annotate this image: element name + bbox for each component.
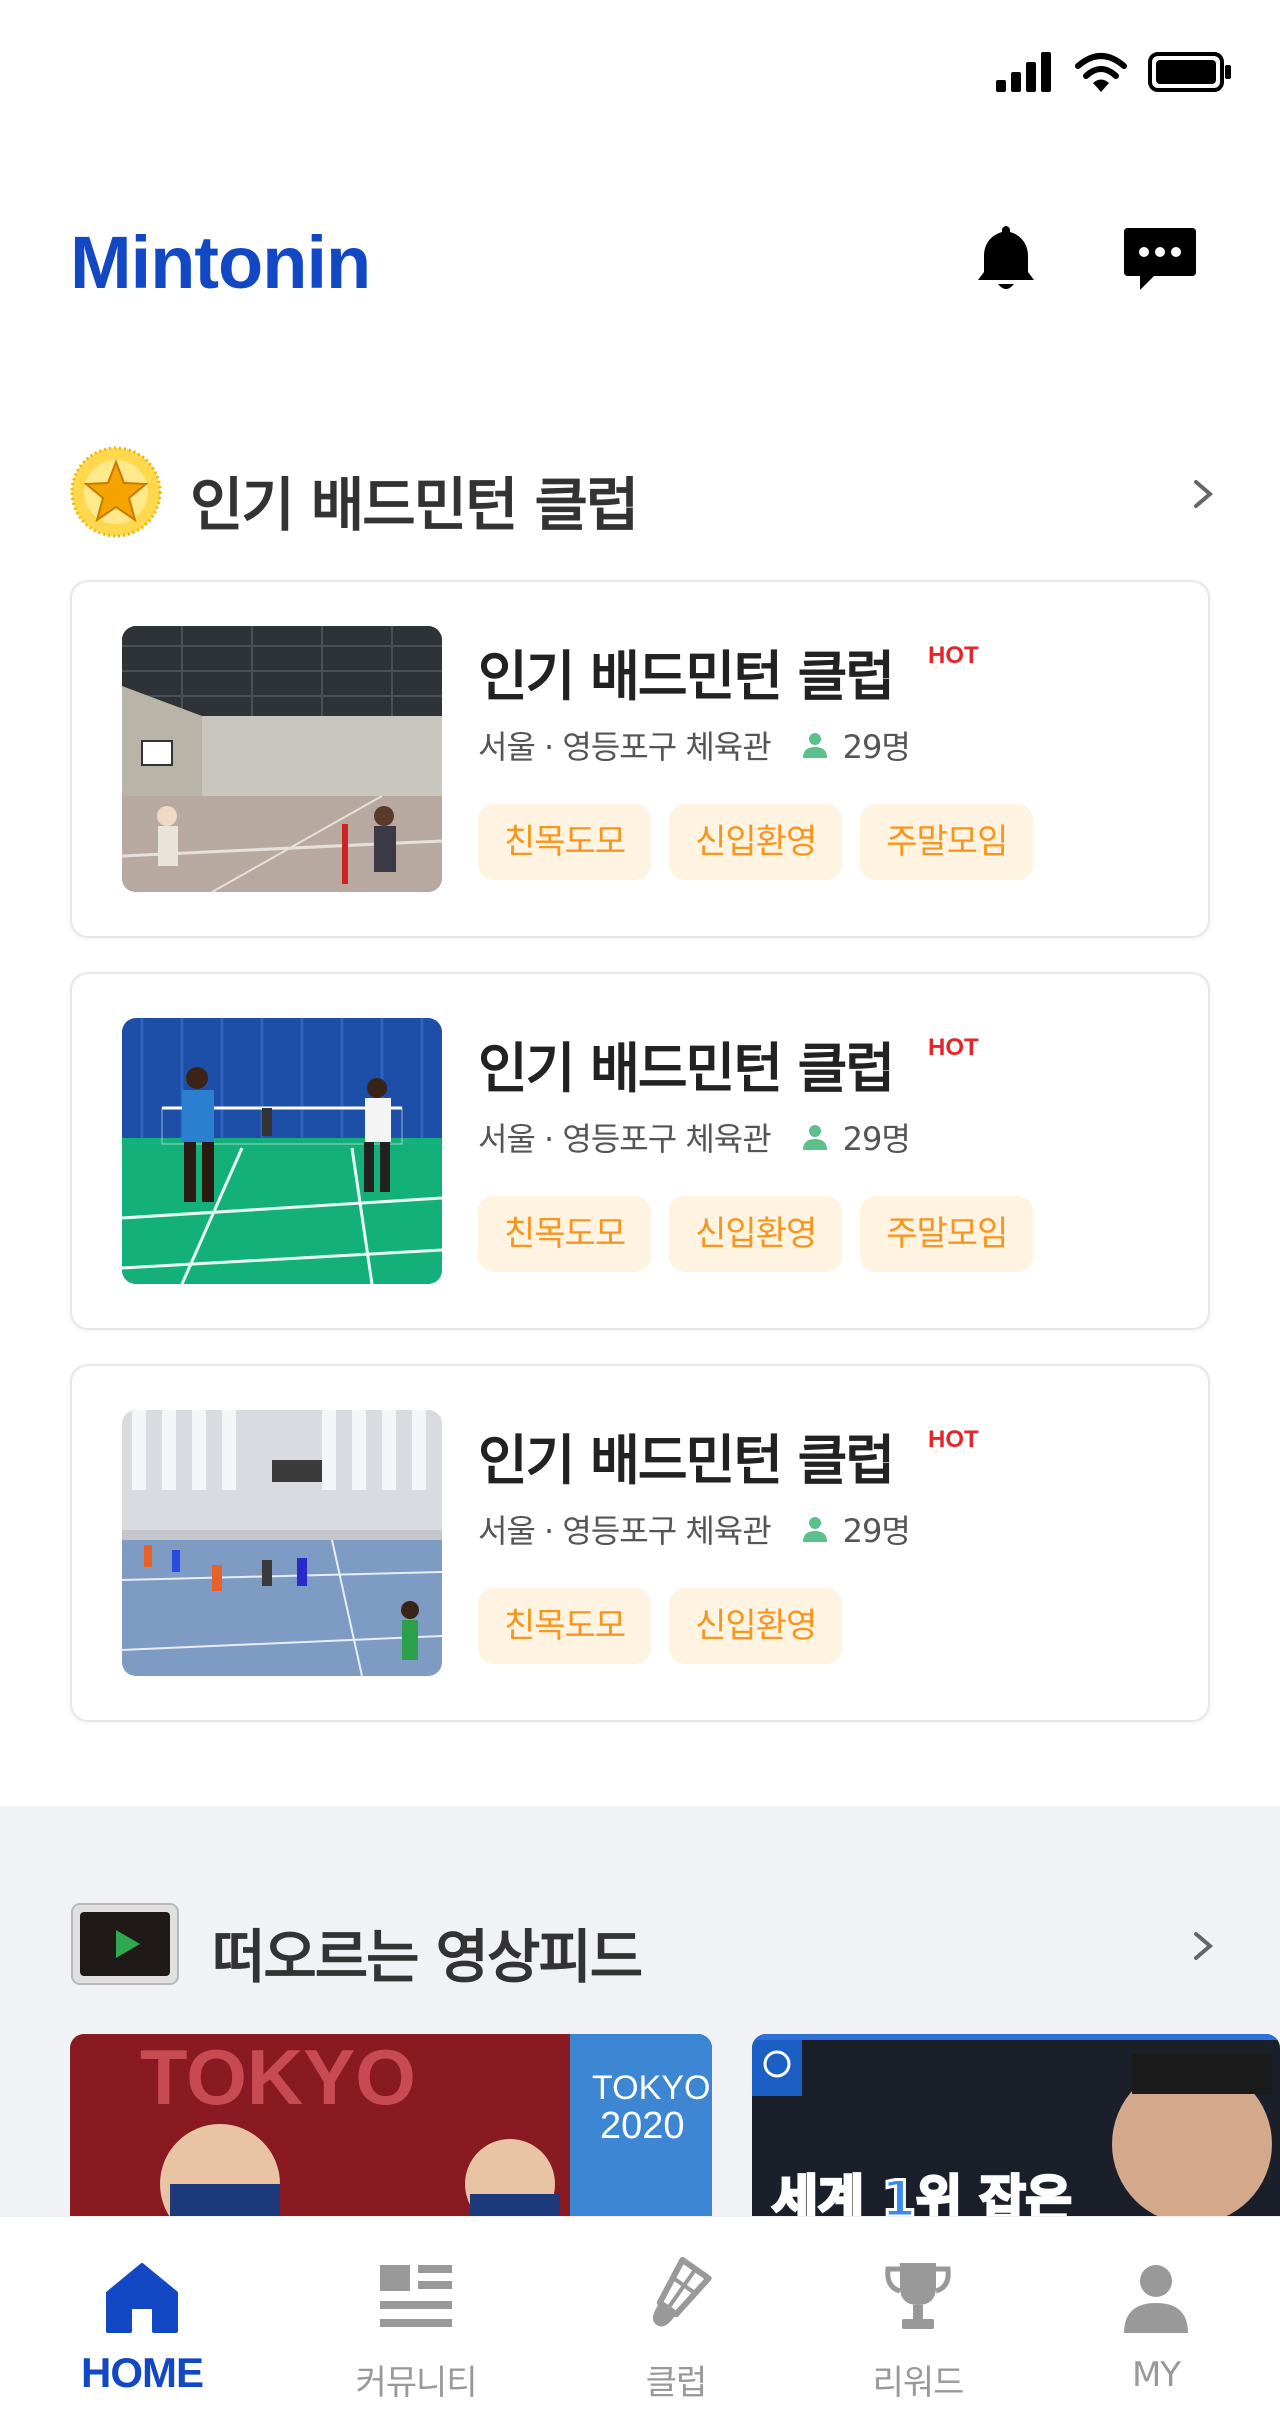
club-location: 서울 · 영등포구 체육관 [478,728,772,766]
tag[interactable]: 신입환영 [669,1196,843,1272]
chevron-right-icon[interactable] [1188,474,1218,514]
club-meta: 서울 · 영등포구 체육관 29명 [478,722,911,768]
club-thumbnail [122,1410,442,1676]
member-icon [802,733,827,758]
club-card[interactable]: 인기 배드민턴 클럽 HOT 서울 · 영등포구 체육관 29명 친목도모 신입… [70,972,1210,1330]
video-section-header: 떠오르는 영상피드 [0,1888,1280,1998]
video-badge-line2: 2020 [600,2105,685,2147]
chevron-right-icon[interactable] [1188,1926,1218,1966]
hot-badge: HOT [928,1034,979,1061]
nav-label: 커뮤니티 [355,2363,477,2403]
tag[interactable]: 친목도모 [478,1588,652,1664]
person-icon [1124,2265,1188,2333]
member-icon [802,1125,827,1150]
nav-community[interactable]: 커뮤니티 [288,2217,544,2434]
hot-badge: HOT [928,1426,979,1453]
club-card[interactable]: 인기 배드민턴 클럽 HOT 서울 · 영등포구 체육관 29명 친목도모 신입… [70,580,1210,938]
trophy-icon [885,2263,951,2329]
tag[interactable]: 신입환영 [669,804,843,880]
tag[interactable]: 친목도모 [478,804,652,880]
app-logo[interactable]: Mintonin [70,220,371,305]
section-title: 인기 배드민턴 클럽 [190,471,639,539]
club-meta: 서울 · 영등포구 체육관 29명 [478,1506,911,1552]
video-card[interactable]: 세계 1위 잡은 [752,2034,1280,2226]
club-card[interactable]: 인기 배드민턴 클럽 HOT 서울 · 영등포구 체육관 29명 친목도모 신입… [70,1364,1210,1722]
star-badge-icon [70,446,162,538]
home-icon [106,2263,178,2333]
member-count: 29명 [842,728,911,766]
app-header: Mintonin [0,190,1280,330]
nav-label: MY [1131,2355,1181,2395]
tag[interactable]: 신입환영 [669,1588,843,1664]
tag-row: 친목도모 신입환영 주말모임 [478,1196,1034,1272]
video-overlay-text: TOKYO [140,2034,416,2121]
video-card[interactable]: TOKYO TOKYO 2020 [70,2034,712,2226]
tag[interactable]: 친목도모 [478,1196,652,1272]
club-location: 서울 · 영등포구 체육관 [478,1120,772,1158]
community-icon [380,2265,452,2327]
nav-home[interactable]: HOME [14,2217,270,2434]
nav-label: 리워드 [872,2363,965,2403]
bell-icon[interactable] [966,218,1046,298]
club-name: 인기 배드민턴 클럽 [478,645,895,708]
bottom-nav: HOME 커뮤니티 클럽 리워드 MY [0,2216,1280,2434]
chat-icon[interactable] [1120,218,1200,298]
member-count: 29명 [842,1120,911,1158]
nav-label: HOME [81,2349,204,2396]
club-thumbnail [122,1018,442,1284]
tag-row: 친목도모 신입환영 주말모임 [478,804,1034,880]
club-thumbnail [122,626,442,892]
tag[interactable]: 주말모임 [860,1196,1034,1272]
signal-icon [996,52,1051,92]
club-name: 인기 배드민턴 클럽 [478,1037,895,1100]
club-name: 인기 배드민턴 클럽 [478,1429,895,1492]
nav-my[interactable]: MY [1028,2217,1280,2434]
section-title: 떠오르는 영상피드 [212,1923,643,1991]
hot-badge: HOT [928,642,979,669]
tag-row: 친목도모 신입환영 [478,1588,843,1664]
tag[interactable]: 주말모임 [860,804,1034,880]
shuttlecock-icon [652,2257,712,2327]
nav-club[interactable]: 클럽 [548,2217,804,2434]
status-bar [0,0,1280,150]
status-icons [996,52,1232,92]
club-location: 서울 · 영등포구 체육관 [478,1512,772,1550]
nav-reward[interactable]: 리워드 [790,2217,1046,2434]
video-badge-line1: TOKYO [592,2069,710,2107]
nav-label: 클럽 [645,2363,708,2403]
popular-section-header: 인기 배드민턴 클럽 [0,436,1280,546]
club-meta: 서울 · 영등포구 체육관 29명 [478,1114,911,1160]
wifi-icon [1075,53,1127,92]
member-icon [802,1517,827,1542]
video-play-icon [71,1903,179,1985]
battery-icon [1148,52,1231,92]
member-count: 29명 [842,1512,911,1550]
